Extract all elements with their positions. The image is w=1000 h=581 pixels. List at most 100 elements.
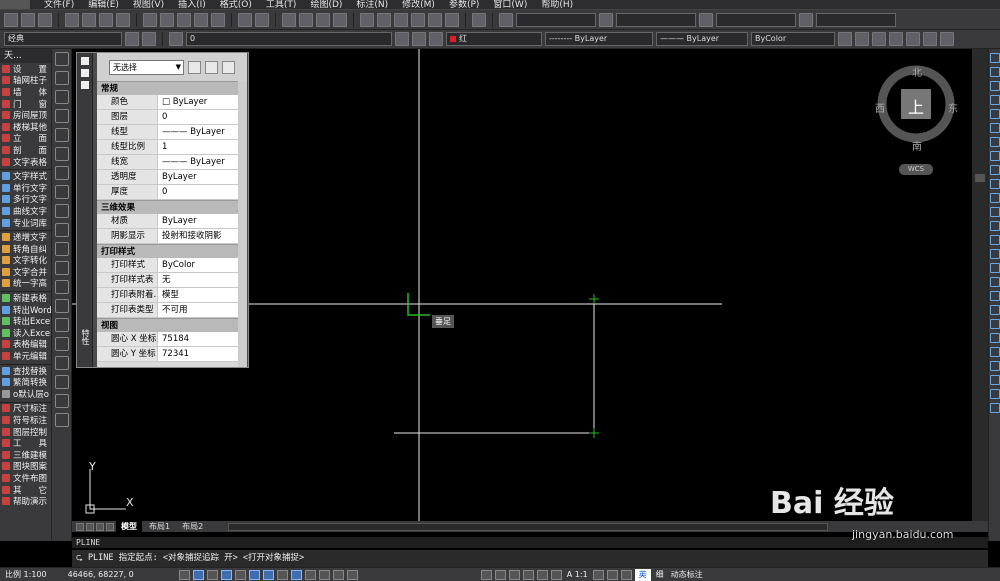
tolerance-icon[interactable] bbox=[990, 375, 1000, 385]
menu-help[interactable]: 帮助(H) bbox=[541, 0, 573, 9]
zoom-realtime-icon[interactable] bbox=[299, 12, 313, 27]
move-icon[interactable] bbox=[990, 123, 1000, 133]
erase-icon[interactable] bbox=[990, 53, 1000, 63]
dimension-aligned-icon[interactable] bbox=[990, 291, 1000, 301]
multileader-style-combo[interactable] bbox=[816, 12, 896, 27]
layer-manager-icon[interactable] bbox=[142, 32, 156, 46]
snap-mode-icon[interactable] bbox=[192, 569, 204, 580]
object-snap-icon[interactable] bbox=[248, 569, 260, 580]
infer-constraints-icon[interactable] bbox=[178, 569, 190, 580]
explode-icon[interactable] bbox=[990, 263, 1000, 273]
make-current-icon[interactable] bbox=[395, 32, 409, 46]
properties-icon[interactable] bbox=[360, 12, 374, 27]
model-space-icon[interactable] bbox=[480, 569, 492, 580]
palette-item[interactable]: 表格编辑 bbox=[0, 339, 51, 350]
spline-icon[interactable] bbox=[54, 204, 69, 218]
sun-status-icon[interactable] bbox=[940, 32, 954, 46]
tab-model[interactable]: 模型 bbox=[116, 521, 142, 532]
insert-block-icon[interactable] bbox=[54, 261, 69, 275]
bulb-off-icon[interactable] bbox=[923, 32, 937, 46]
help-icon[interactable] bbox=[472, 12, 486, 27]
rotate-icon[interactable] bbox=[990, 137, 1000, 147]
cut-icon[interactable] bbox=[143, 12, 157, 27]
palette-item[interactable]: 查找替换 bbox=[0, 365, 51, 376]
last-tab-icon[interactable] bbox=[106, 522, 114, 531]
property-section-header[interactable]: 三维效果▲ bbox=[97, 200, 247, 214]
offset-icon[interactable] bbox=[990, 95, 1000, 105]
3d-dwf-icon[interactable] bbox=[116, 12, 130, 27]
allow-ucs-icon[interactable] bbox=[276, 569, 288, 580]
palette-item[interactable]: 剖 面 bbox=[0, 144, 51, 156]
palette-item[interactable]: 文件布图 bbox=[0, 472, 51, 484]
palette-item[interactable]: 曲线文字 bbox=[0, 205, 51, 217]
match-properties-icon[interactable] bbox=[194, 12, 208, 27]
ellipse-arc-icon[interactable] bbox=[54, 242, 69, 256]
bulb-icon[interactable] bbox=[906, 32, 920, 46]
copy-icon[interactable] bbox=[160, 12, 174, 27]
vertical-scrollbar[interactable] bbox=[972, 49, 988, 521]
property-row[interactable]: 阴影显示 投射和接收阴影 bbox=[97, 229, 247, 244]
palette-item[interactable]: 统一字高 bbox=[0, 278, 51, 289]
compass-south[interactable]: 南 bbox=[912, 138, 922, 153]
table-style-combo[interactable] bbox=[716, 12, 796, 27]
viewcube-top-label[interactable]: 上 bbox=[908, 94, 924, 118]
palette-item[interactable]: 图块图案 bbox=[0, 461, 51, 472]
palette-properties-icon[interactable] bbox=[80, 81, 89, 89]
design-center-icon[interactable] bbox=[377, 12, 391, 27]
ortho-mode-icon[interactable] bbox=[220, 569, 232, 580]
menu-draw[interactable]: 绘图(D) bbox=[310, 0, 342, 9]
extend-icon[interactable] bbox=[990, 193, 1000, 203]
lineweight-combo[interactable]: ——— ByLayer bbox=[656, 32, 748, 46]
zoom-window-icon[interactable] bbox=[316, 12, 330, 27]
pan-icon[interactable] bbox=[282, 12, 296, 27]
property-row[interactable]: 透明度 ByLayer bbox=[97, 170, 247, 185]
status-text-thin[interactable]: 细 bbox=[654, 569, 666, 580]
quick-properties-icon[interactable] bbox=[332, 569, 344, 580]
property-row[interactable]: 打印样式表无 bbox=[97, 273, 247, 288]
region-icon[interactable] bbox=[54, 356, 69, 370]
annotation-scale[interactable]: A 1:1 bbox=[565, 570, 590, 579]
properties-scrollbar[interactable] bbox=[238, 81, 247, 367]
quick-view-layouts-icon[interactable] bbox=[494, 569, 506, 580]
property-value[interactable]: 0 bbox=[157, 185, 247, 199]
tool-palettes-icon[interactable] bbox=[394, 12, 408, 27]
compass-east[interactable]: 东 bbox=[948, 100, 958, 115]
dimension-edit-icon[interactable] bbox=[990, 403, 1000, 413]
property-row[interactable]: 打印样式 ByColor bbox=[97, 258, 247, 273]
workspace-combo[interactable]: 经典 bbox=[4, 32, 122, 46]
color-combo[interactable]: 红 bbox=[446, 32, 542, 46]
palette-item[interactable]: 设 置 bbox=[0, 63, 51, 75]
polyline-icon[interactable] bbox=[54, 90, 69, 104]
mirror-icon[interactable] bbox=[990, 81, 1000, 91]
dimension-radius-icon[interactable] bbox=[990, 305, 1000, 315]
menu-format[interactable]: 格式(O) bbox=[220, 0, 252, 9]
sheet-set-icon[interactable] bbox=[411, 12, 425, 27]
hardware-acceleration-icon[interactable] bbox=[620, 569, 632, 580]
palette-item[interactable]: 楼梯其他 bbox=[0, 121, 51, 133]
close-icon[interactable] bbox=[80, 57, 89, 65]
property-row[interactable]: 圆心 X 坐标 75184 bbox=[97, 332, 247, 347]
center-mark-icon[interactable] bbox=[990, 389, 1000, 399]
wcs-menu[interactable]: WCS bbox=[899, 164, 933, 175]
tab-layout2[interactable]: 布局2 bbox=[177, 521, 208, 532]
property-row[interactable]: 图层 0 bbox=[97, 110, 247, 125]
point-icon[interactable] bbox=[54, 299, 69, 313]
palette-item[interactable]: 转出Excel bbox=[0, 315, 51, 327]
redo-icon[interactable] bbox=[255, 12, 269, 27]
linetype-combo[interactable]: -------- ByLayer bbox=[545, 32, 653, 46]
palette-item[interactable]: 房间屋顶 bbox=[0, 109, 51, 121]
dimension-angular-icon[interactable] bbox=[990, 333, 1000, 343]
palette-item[interactable]: 文字转化 bbox=[0, 255, 51, 266]
prev-tab-icon[interactable] bbox=[86, 522, 94, 531]
menu-modify[interactable]: 修改(M) bbox=[402, 0, 435, 9]
visual-style-icon[interactable] bbox=[838, 32, 852, 46]
quick-select-icon[interactable] bbox=[222, 60, 235, 74]
palette-item[interactable]: 新建表格 bbox=[0, 292, 51, 304]
property-row[interactable]: 圆心 Y 坐标 72341 bbox=[97, 347, 247, 362]
palette-item[interactable]: 单行文字 bbox=[0, 182, 51, 194]
publish-icon[interactable] bbox=[99, 12, 113, 27]
compass-north[interactable]: 北 bbox=[912, 64, 922, 79]
property-value[interactable]: ——— ByLayer bbox=[157, 125, 247, 139]
palette-item[interactable]: 专业词库 bbox=[0, 217, 51, 228]
dimension-diameter-icon[interactable] bbox=[990, 319, 1000, 329]
